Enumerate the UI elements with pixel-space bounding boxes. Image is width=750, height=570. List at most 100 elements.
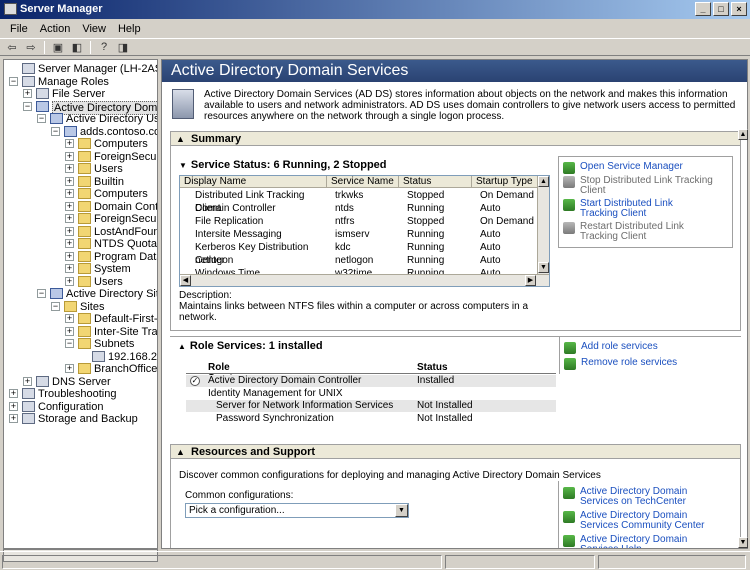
details-vertical-scrollbar[interactable]: ▲ ▼	[738, 129, 748, 549]
tree-node[interactable]: − Active Directory Users a	[4, 113, 157, 125]
resources-header[interactable]: ▲ Resources and Support	[171, 445, 740, 459]
service-row[interactable]: File Replication ntfrs Stopped On Demand	[180, 215, 542, 228]
tree-node[interactable]: + Storage and Backup	[4, 413, 157, 425]
configuration-select[interactable]: Pick a configuration... ▼	[185, 503, 409, 518]
expand-icon[interactable]: +	[9, 414, 18, 423]
service-row[interactable]: Distributed Link Tracking Client trkwks St…	[180, 189, 542, 214]
menu-file[interactable]: File	[4, 23, 34, 35]
tree-node[interactable]: + NTDS Quotas	[4, 238, 157, 250]
service-row[interactable]: Domain Controller ntds Running Auto	[180, 202, 542, 215]
forward-icon[interactable]: ⇨	[23, 40, 39, 54]
collapse-icon[interactable]: −	[9, 76, 18, 86]
col-display-name[interactable]: Display Name	[180, 176, 327, 187]
help-icon[interactable]: ?	[96, 40, 112, 54]
expand-icon[interactable]: +	[9, 389, 18, 398]
tree-node[interactable]: + Computers	[4, 138, 157, 150]
service-status-header[interactable]: ▼ Service Status: 6 Running, 2 Stopped	[179, 159, 387, 171]
minimize-button[interactable]: _	[695, 2, 711, 16]
tree-node[interactable]: + ForeignSecurity	[4, 150, 157, 163]
scroll-left-icon[interactable]: ◀	[180, 275, 191, 286]
tree-node[interactable]: Server Manager (LH-2ASGCGNROS	[4, 63, 157, 75]
col-status[interactable]: Status	[399, 176, 472, 187]
expand-icon[interactable]: +	[65, 139, 74, 148]
expand-icon[interactable]: +	[65, 314, 74, 323]
tree-node[interactable]: + File Server	[4, 88, 157, 100]
console-tree[interactable]: Server Manager (LH-2ASGCGNROS − Manage Rol…	[3, 59, 158, 549]
maximize-button[interactable]: □	[713, 2, 729, 16]
expand-icon[interactable]: +	[65, 151, 74, 161]
tree-node[interactable]: + ForeignSecurity	[4, 213, 157, 225]
tree-node[interactable]: + LostAndFound	[4, 225, 157, 238]
role-service-row[interactable]: Password Synchronization Not Installed	[186, 413, 556, 425]
scroll-up-icon[interactable]: ▲	[538, 176, 549, 187]
menu-action[interactable]: Action	[34, 23, 77, 35]
collapse-icon[interactable]: −	[51, 126, 60, 136]
expand-icon[interactable]: +	[65, 326, 74, 336]
role-services-header[interactable]: ▲ Role Services: 1 installed	[178, 340, 323, 352]
expand-icon[interactable]: +	[23, 89, 32, 98]
expand-icon[interactable]: +	[65, 214, 74, 223]
expand-icon[interactable]: +	[65, 264, 74, 273]
expand-icon[interactable]: +	[9, 401, 18, 411]
service-row[interactable]: netlogon netlogon Running Auto	[180, 254, 542, 267]
col-startup-type[interactable]: Startup Type	[472, 176, 538, 187]
services-horizontal-scrollbar[interactable]: ◀ ▶	[180, 274, 549, 286]
scroll-down-icon[interactable]: ▼	[738, 537, 748, 548]
expand-icon[interactable]: +	[23, 376, 32, 386]
expand-icon[interactable]: +	[65, 201, 74, 211]
collapse-icon[interactable]: −	[23, 101, 32, 111]
expand-icon[interactable]: +	[65, 164, 74, 173]
menu-help[interactable]: Help	[112, 23, 147, 35]
expand-icon[interactable]: +	[65, 251, 74, 261]
services-table[interactable]: Display Name Service Name Status Startup…	[179, 175, 550, 287]
tree-node[interactable]: + Program Data	[4, 250, 157, 263]
tree-node[interactable]: − Sites	[4, 300, 157, 313]
expand-icon[interactable]: +	[65, 189, 74, 198]
tree-node[interactable]: + Troubleshooting	[4, 388, 157, 400]
role-service-row[interactable]: Identity Management for UNIX	[186, 388, 556, 400]
tree-node[interactable]: − Active Directory Sites a	[4, 288, 157, 300]
expand-icon[interactable]: +	[65, 276, 74, 286]
collapse-icon[interactable]: −	[51, 301, 60, 311]
scroll-up-icon[interactable]: ▲	[738, 129, 748, 140]
tree-node[interactable]: + Default-First-Si	[4, 313, 157, 325]
service-row[interactable]: Intersite Messaging ismserv Running Auto	[180, 228, 542, 241]
summary-header[interactable]: ▲ Summary	[171, 132, 740, 146]
collapse-icon[interactable]: −	[37, 289, 46, 298]
services-vertical-scrollbar[interactable]: ▲ ▼	[537, 176, 549, 274]
tree-node[interactable]: + Users	[4, 163, 157, 175]
collapse-icon[interactable]: −	[37, 114, 46, 123]
show-hide-action-pane-icon[interactable]: ◨	[115, 40, 131, 54]
tree-node[interactable]: + BranchOfficeSit	[4, 363, 157, 375]
col-service-name[interactable]: Service Name	[327, 176, 399, 187]
tree-node[interactable]: + Domain Control	[4, 200, 157, 213]
scroll-right-icon[interactable]: ▶	[525, 275, 536, 286]
tree-node[interactable]: − Subnets	[4, 338, 157, 350]
tree-node[interactable]: 192.168.2.	[4, 350, 157, 363]
show-hide-tree-icon[interactable]: ◧	[69, 40, 85, 54]
tree-node[interactable]: + System	[4, 263, 157, 275]
tree-node[interactable]: − adds.contoso.com	[4, 125, 157, 138]
expand-icon[interactable]: +	[65, 364, 74, 373]
tree-node[interactable]: + Users	[4, 275, 157, 288]
tree-node[interactable]: + Configuration	[4, 400, 157, 413]
tree-node[interactable]: + Inter-Site Trans	[4, 325, 157, 338]
role-service-row[interactable]: ✓ Active Directory Domain Controller Insta…	[186, 375, 556, 387]
collapse-icon[interactable]: −	[65, 339, 74, 348]
expand-icon[interactable]: +	[65, 176, 74, 186]
tree-node[interactable]: + Builtin	[4, 175, 157, 188]
tree-node[interactable]: + DNS Server	[4, 375, 157, 388]
tree-node[interactable]: + Computers	[4, 188, 157, 200]
chevron-down-icon[interactable]: ▼	[395, 504, 408, 517]
expand-icon[interactable]: +	[65, 239, 74, 248]
expand-icon[interactable]: +	[65, 226, 74, 236]
service-row[interactable]: Kerberos Key Distribution Center kdc Runni…	[180, 241, 542, 266]
menu-view[interactable]: View	[76, 23, 112, 35]
up-one-level-icon[interactable]: ▣	[50, 40, 66, 54]
tree-node[interactable]: −Active Directory Domain Se	[4, 100, 157, 115]
role-service-row[interactable]: Server for Network Information Services N…	[186, 400, 556, 412]
back-icon[interactable]: ⇦	[4, 40, 20, 54]
tree-node[interactable]: − Manage Roles	[4, 75, 157, 88]
scroll-down-icon[interactable]: ▼	[538, 262, 549, 273]
close-button[interactable]: ×	[731, 2, 747, 16]
